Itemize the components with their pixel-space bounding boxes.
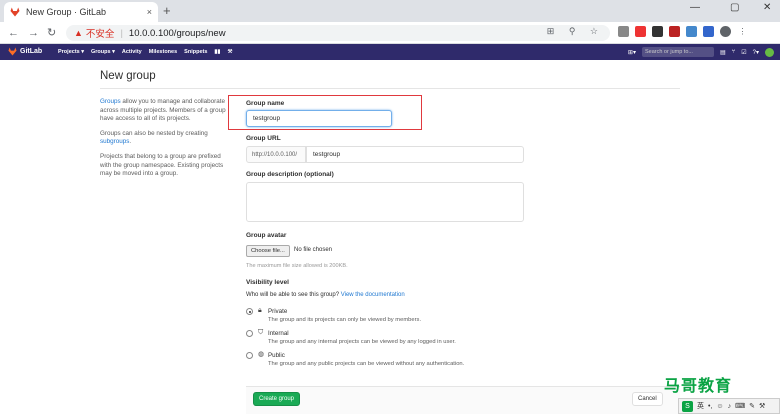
visibility-internal-radio[interactable] [246,330,253,337]
view-documentation-link[interactable]: View the documentation [341,292,405,298]
extension-red-icon[interactable] [635,26,646,37]
group-path-input[interactable]: testgroup [306,146,524,163]
browser-tab[interactable]: New Group · GitLab × [4,2,158,22]
browser-tab-bar: New Group · GitLab × + — ▢ ✕ [0,0,780,22]
gitlab-logo-icon [8,47,17,56]
warning-icon: ▲ [74,28,83,38]
security-label: 不安全 [85,29,115,40]
nav-projects[interactable]: Projects ▾ [58,49,84,55]
merge-requests-icon[interactable]: ⑂ [732,49,736,55]
wrench-icon[interactable]: ⚒ [227,49,232,55]
nav-milestones[interactable]: Milestones [149,49,177,55]
gitlab-nav-right: ⊞▾ Search or jump to... ▤ ⑂ ☑ ?▾ [628,47,774,57]
help-paragraph-groups: Groups allow you to manage and collabora… [100,98,230,124]
nav-groups[interactable]: Groups ▾ [91,49,115,55]
help-subgroups-text: Groups can also be nested by creating [100,129,208,137]
tab-title: New Group · GitLab [26,7,107,17]
tab-close-icon[interactable]: × [147,7,152,17]
watermark-text: 马哥教育 [664,376,733,395]
help-text: Groups allow you to manage and collabora… [100,98,230,185]
visibility-public-desc: The group and any public projects can be… [268,361,465,367]
lock-icon: 🔒︎ [258,307,262,314]
extension-check-icon[interactable] [686,26,697,37]
gitlab-favicon-icon [10,7,20,17]
help-paragraph-projects: Projects that belong to a group are pref… [100,152,224,178]
extension-dark-icon[interactable] [652,26,663,37]
new-dropdown-icon[interactable]: ⊞▾ [628,49,636,56]
address-bar[interactable]: ▲ 不安全 | 10.0.0.100/groups/new ⊞ ⚲ ☆ [66,25,610,41]
globe-icon: ◍ [258,351,265,358]
extension-translate-icon[interactable] [703,26,714,37]
ime-language[interactable]: 英 [697,401,704,411]
extension-cloud-icon[interactable] [618,26,629,37]
visibility-internal-title: Internal [268,330,289,337]
visibility-private-desc: The group and its projects can only be v… [268,317,422,323]
issues-icon[interactable]: ▤ [720,49,726,56]
visibility-private-title: Private [268,308,288,315]
ime-toolbar: S 英 •, ☺ ♪ ⌨ ✎ ⚒ [678,398,780,414]
create-group-button[interactable]: Create group [253,392,301,406]
shield-icon: ⛉ [258,329,264,336]
form-actions [246,386,680,414]
gitlab-brand: GitLab [20,48,43,55]
visibility-internal-desc: The group and any internal projects can … [268,339,456,345]
omnibox-action-icons[interactable]: ⊞ ⚲ ☆ [547,26,604,37]
choose-file-button[interactable]: Choose file... [246,245,290,257]
cancel-button[interactable]: Cancel [632,392,663,406]
visibility-question: Who will be able to see this group? View… [246,292,405,298]
file-status: No file chosen [294,247,333,253]
visibility-private-radio[interactable] [246,308,253,315]
close-window-icon[interactable]: ✕ [763,2,771,13]
ime-mic-icon[interactable]: ♪ [728,403,732,410]
user-avatar[interactable] [765,47,774,57]
reload-icon[interactable]: ↻ [47,26,56,40]
forward-icon[interactable]: → [28,26,39,40]
visibility-level-label: Visibility level [246,279,289,286]
subgroups-link[interactable]: subgroups [100,138,129,145]
visibility-public-title: Public [268,352,285,359]
group-url-prefix: http://10.0.0.100/ [246,146,306,163]
todos-icon[interactable]: ☑ [741,49,746,56]
new-tab-button[interactable]: + [163,4,171,18]
help-paragraph-subgroups: Groups can also be nested by creating su… [100,130,230,147]
minimize-icon[interactable]: — [690,2,700,13]
ime-skin-icon[interactable]: ✎ [749,402,755,410]
ime-keyboard-icon[interactable]: ⌨ [735,402,745,410]
highlight-annotation [228,95,422,130]
visibility-public-radio[interactable] [246,352,253,359]
profile-icon[interactable] [720,26,731,37]
url-separator: | [120,27,123,39]
ime-smile-icon[interactable]: ☺ [716,403,723,410]
gitlab-main-menu: Projects ▾ Groups ▾ Activity Milestones … [58,49,232,55]
help-subgroups-end: . [129,138,132,146]
group-description-textarea[interactable] [246,182,524,222]
visibility-question-text: Who will be able to see this group? [246,292,340,298]
avatar-size-hint: The maximum file size allowed is 200KB. [246,263,348,269]
page-title: New group [100,70,156,82]
nav-activity[interactable]: Activity [122,49,142,55]
gitlab-search-input[interactable]: Search or jump to... [641,47,714,57]
ime-tools-icon[interactable]: ⚒ [759,402,765,410]
group-avatar-label: Group avatar [246,232,287,239]
ime-punctuation-icon[interactable]: •, [708,403,712,410]
gitlab-logo[interactable]: GitLab [8,47,42,56]
gitlab-navbar: GitLab Projects ▾ Groups ▾ Activity Mile… [0,44,780,60]
nav-snippets[interactable]: Snippets [184,49,207,55]
maximize-icon[interactable]: ▢ [730,2,739,13]
url-text[interactable]: 10.0.0.100/groups/new [129,28,226,39]
help-icon[interactable]: ?▾ [753,49,759,56]
back-icon[interactable]: ← [8,26,19,40]
browser-menu-icon[interactable]: ⋮ [737,26,748,37]
extension-pdf-icon[interactable] [669,26,680,37]
extension-icons: ⋮ [618,26,748,37]
ime-logo-icon[interactable]: S [682,400,693,412]
groups-link[interactable]: Groups [100,98,121,105]
title-divider [100,88,680,89]
chart-icon[interactable]: ▮▮ [214,49,220,55]
group-url-label: Group URL [246,135,281,142]
group-description-label: Group description (optional) [246,171,334,178]
